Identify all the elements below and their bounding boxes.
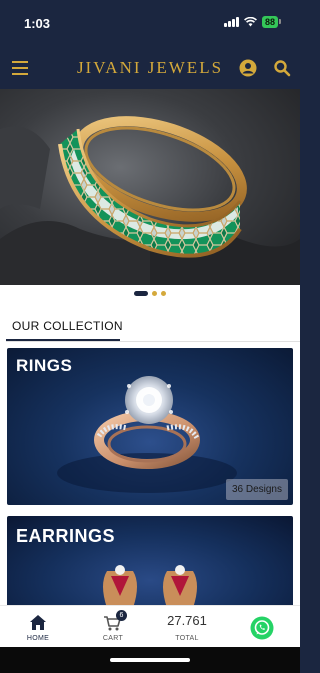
user-icon[interactable] (239, 59, 257, 77)
collection-card-earrings[interactable]: EARRINGS (7, 516, 293, 608)
status-bar: 1:03 88 (0, 0, 300, 44)
hero-banner[interactable] (0, 89, 300, 285)
system-home-area (0, 647, 300, 673)
nav-cart-label: CART (102, 635, 124, 642)
status-time: 1:03 (24, 16, 51, 31)
cart-count-badge: 6 (116, 610, 127, 621)
carousel-dot-active[interactable] (134, 291, 148, 296)
app-header: JIVANI JEWELS (0, 48, 300, 88)
status-icons: 88 (223, 16, 282, 28)
search-icon[interactable] (273, 59, 291, 77)
card-title-earrings: EARRINGS (16, 526, 116, 546)
nav-home[interactable]: HOME (8, 606, 68, 648)
nav-total[interactable]: 27.761 TOTAL (157, 606, 217, 648)
design-count-badge: 36 Designs (225, 479, 288, 500)
carousel-dot[interactable] (152, 291, 157, 296)
home-indicator[interactable] (110, 658, 190, 662)
wifi-icon (244, 17, 257, 27)
signal-icon (223, 17, 239, 27)
whatsapp-icon[interactable] (250, 616, 274, 640)
section-title: OUR COLLECTION (12, 319, 123, 333)
divider (6, 341, 300, 342)
bottom-navigation: HOME 6 CART 27.761 TOTAL (0, 605, 300, 647)
total-value: 27.761 (167, 613, 207, 628)
battery-icon: 88 (261, 16, 282, 28)
collection-card-rings[interactable]: RINGS 36 Designs (7, 348, 293, 505)
nav-total-label: TOTAL (175, 635, 199, 642)
home-icon (30, 615, 46, 630)
nav-cart[interactable]: 6 CART (83, 606, 143, 648)
nav-home-label: HOME (26, 635, 50, 642)
carousel-dot[interactable] (161, 291, 166, 296)
carousel-indicator (0, 291, 300, 297)
card-title-rings: RINGS (16, 356, 73, 375)
top-bar: 1:03 88 JIVANI JEWELS (0, 0, 300, 89)
bangle-image (0, 116, 300, 285)
